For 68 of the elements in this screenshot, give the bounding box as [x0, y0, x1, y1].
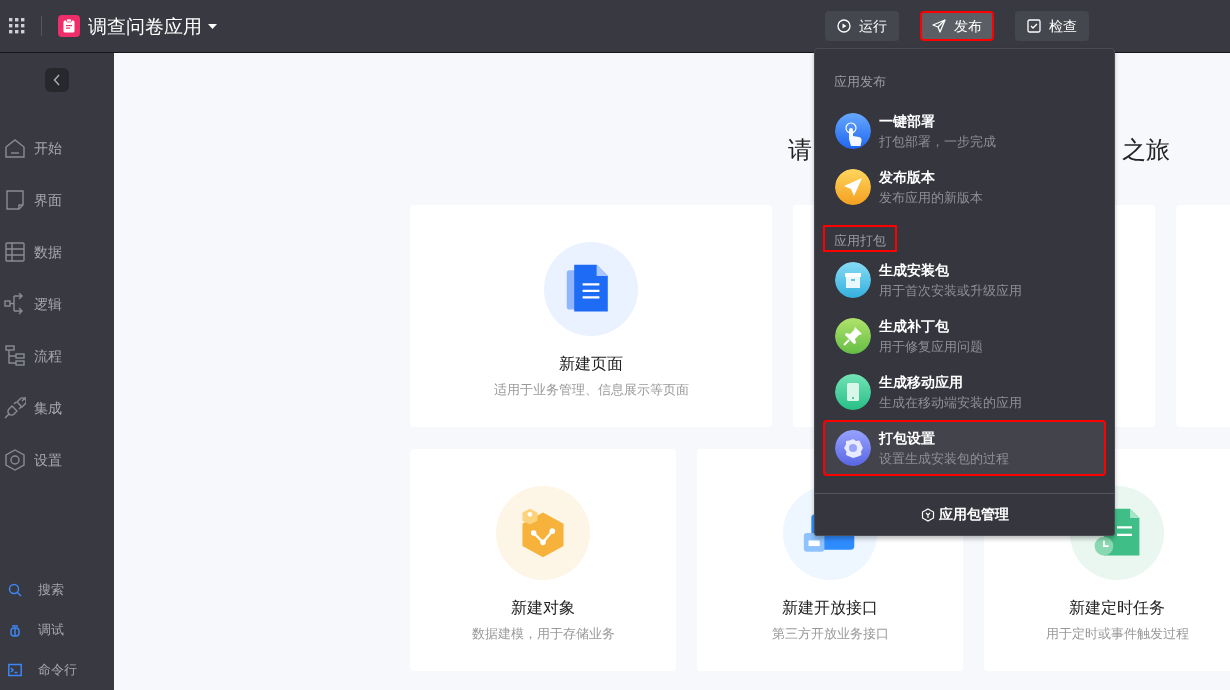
- gear-icon: [835, 430, 871, 466]
- caret-down-icon: [208, 23, 217, 29]
- menu-item-title: 一键部署: [879, 111, 936, 131]
- sidebar-tool[interactable]: 搜索: [0, 570, 114, 610]
- heading-text: 之旅: [1122, 135, 1170, 166]
- sidebar-tool[interactable]: 调试: [0, 610, 114, 650]
- check-button[interactable]: 检查: [1015, 11, 1089, 41]
- menu-item-description: 用于首次安装或升级应用: [879, 281, 1022, 300]
- menu-item-title: 生成移动应用: [879, 372, 964, 392]
- card-description: 适用于业务管理、信息展示等页面: [493, 381, 689, 399]
- menu-item-description: 发布应用的新版本: [879, 188, 983, 207]
- card-description: 用于定时或事件触发过程: [1045, 625, 1189, 643]
- bug-icon: [8, 623, 22, 637]
- card-title: 新建定时任务: [1069, 597, 1165, 619]
- storage-box-icon: [835, 262, 871, 298]
- sidebar-item[interactable]: 界面: [0, 174, 114, 226]
- send-icon: [932, 19, 946, 33]
- menu-item-title: 生成安装包: [879, 260, 950, 280]
- plug-icon: [4, 397, 26, 419]
- menu-item-title: 生成补丁包: [879, 316, 950, 336]
- sidebar-tool[interactable]: 命令行: [0, 650, 114, 690]
- hexagon-gear-icon: [4, 449, 26, 471]
- terminal-icon: [8, 663, 22, 677]
- clipboard-icon: [58, 15, 80, 37]
- menu-item[interactable]: 生成移动应用 生成在移动端安装的应用: [823, 364, 1106, 420]
- card-description: 第三方开放业务接口: [771, 625, 889, 643]
- menu-item-title: 打包设置: [879, 428, 936, 448]
- section-label: 应用打包: [823, 225, 897, 252]
- collapse-button[interactable]: [45, 68, 69, 92]
- search-icon: [8, 583, 22, 597]
- sidebar-item[interactable]: 开始: [0, 122, 114, 174]
- feature-card[interactable]: 新建对象 数据建模，用于存储业务: [410, 449, 676, 671]
- pushpin-icon: [835, 318, 871, 354]
- apps-grid-icon: [9, 18, 25, 34]
- paper-plane-icon: [835, 169, 871, 205]
- menu-item[interactable]: 生成安装包 用于首次安装或升级应用: [823, 252, 1106, 308]
- app-title[interactable]: 调查问卷应用: [88, 11, 202, 41]
- page-icon: [4, 189, 26, 211]
- menu-item-description: 用于修复应用问题: [879, 337, 983, 356]
- menu-item-title: 发布版本: [879, 167, 936, 187]
- menu-item[interactable]: 发布版本 发布应用的新版本: [823, 159, 1106, 215]
- chevron-left-icon: [53, 74, 61, 86]
- feature-card[interactable]: 新建页面 适用于业务管理、信息展示等页面: [410, 205, 772, 427]
- card-title: 新建开放接口: [782, 597, 878, 619]
- checkbox-icon: [1027, 19, 1041, 33]
- hand-tap-icon: [835, 113, 871, 149]
- table-icon: [4, 241, 26, 263]
- menu-item[interactable]: 打包设置 设置生成安装包的过程: [823, 420, 1106, 476]
- card-title: 新建页面: [559, 353, 623, 375]
- publish-button[interactable]: 发布: [920, 11, 994, 41]
- tree-icon: [4, 345, 26, 367]
- sidebar-item[interactable]: 流程: [0, 330, 114, 382]
- play-icon: [837, 19, 851, 33]
- menu-item-description: 生成在移动端安装的应用: [879, 393, 1022, 412]
- sidebar-item[interactable]: 设置: [0, 434, 114, 486]
- heading-text: 请: [788, 135, 812, 166]
- run-button[interactable]: 运行: [825, 11, 899, 41]
- house-icon: [4, 137, 26, 159]
- sidebar-item[interactable]: 数据: [0, 226, 114, 278]
- package-icon: [920, 507, 935, 522]
- tablet-icon: [835, 374, 871, 410]
- section-label: 应用发布: [833, 73, 887, 91]
- sidebar-item[interactable]: 集成: [0, 382, 114, 434]
- menu-item[interactable]: 生成补丁包 用于修复应用问题: [823, 308, 1106, 364]
- card-title: 新建对象: [511, 597, 575, 619]
- card-description: 数据建模，用于存储业务: [471, 625, 615, 643]
- package-management-button[interactable]: 应用包管理: [815, 493, 1114, 535]
- sidebar-item[interactable]: 逻辑: [0, 278, 114, 330]
